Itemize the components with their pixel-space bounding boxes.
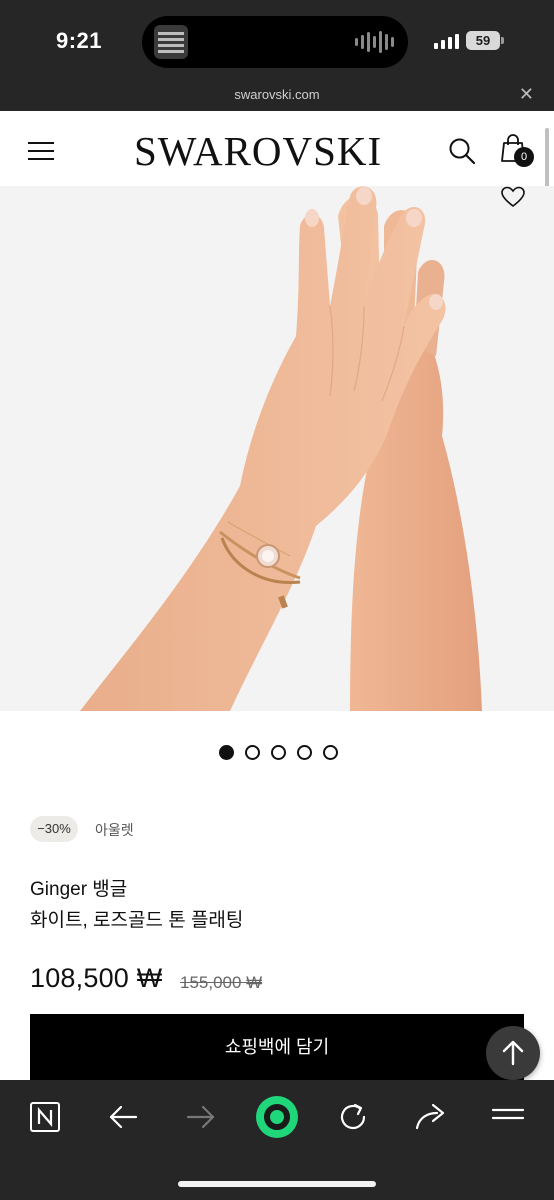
hamburger-menu-icon[interactable] xyxy=(488,1100,528,1134)
original-price: 155,000 ₩ xyxy=(180,973,263,992)
sale-price: 108,500 ₩ xyxy=(30,963,163,993)
close-icon[interactable]: ✕ xyxy=(519,84,534,105)
heart-icon[interactable] xyxy=(501,186,525,208)
green-voice-icon[interactable] xyxy=(254,1094,300,1140)
bag-count-badge: 0 xyxy=(514,147,534,167)
product-image[interactable] xyxy=(0,186,554,711)
hamburger-menu-icon[interactable] xyxy=(28,142,54,160)
carousel-dot[interactable] xyxy=(245,745,260,760)
forward-arrow-icon xyxy=(186,1105,215,1129)
carousel-dot[interactable] xyxy=(271,745,286,760)
share-icon[interactable] xyxy=(411,1100,451,1134)
battery-icon: 59 xyxy=(466,31,500,50)
url-text[interactable]: swarovski.com xyxy=(0,87,554,102)
carousel-dot[interactable] xyxy=(297,745,312,760)
cellular-signal-icon xyxy=(434,33,459,49)
site-logo[interactable]: SWAROVSKI xyxy=(134,127,382,175)
audio-waveform-icon xyxy=(355,30,394,54)
product-variant: 화이트, 로즈골드 톤 플래팅 xyxy=(30,910,244,931)
status-time: 9:21 xyxy=(56,28,103,53)
reload-icon[interactable] xyxy=(334,1100,374,1134)
add-to-bag-button[interactable]: 쇼핑백에 담기 xyxy=(30,1014,524,1080)
outlet-label: 아울렛 xyxy=(95,822,134,838)
carousel-dot[interactable] xyxy=(323,745,338,760)
home-indicator xyxy=(178,1181,376,1187)
carousel-dots xyxy=(219,745,338,760)
search-icon[interactable] xyxy=(448,137,476,165)
hands-with-bangle-illustration xyxy=(80,186,482,711)
url-bar[interactable]: swarovski.com ✕ xyxy=(0,80,554,111)
status-bar: 9:21 59 xyxy=(0,0,554,80)
naver-n-icon[interactable] xyxy=(26,1100,66,1134)
site-header: SWAROVSKI 0 xyxy=(0,111,554,186)
back-arrow-icon[interactable] xyxy=(103,1100,143,1134)
arrow-up-icon xyxy=(502,1040,524,1066)
dynamic-island[interactable] xyxy=(142,16,408,68)
now-playing-artwork xyxy=(154,25,188,59)
product-name: Ginger 뱅글 xyxy=(30,879,128,900)
shopping-bag-icon[interactable]: 0 xyxy=(500,133,536,167)
scroll-to-top-button[interactable] xyxy=(486,1026,540,1080)
battery-tip xyxy=(501,37,504,44)
discount-badge: −30% xyxy=(30,816,78,842)
carousel-dot[interactable] xyxy=(219,745,234,760)
